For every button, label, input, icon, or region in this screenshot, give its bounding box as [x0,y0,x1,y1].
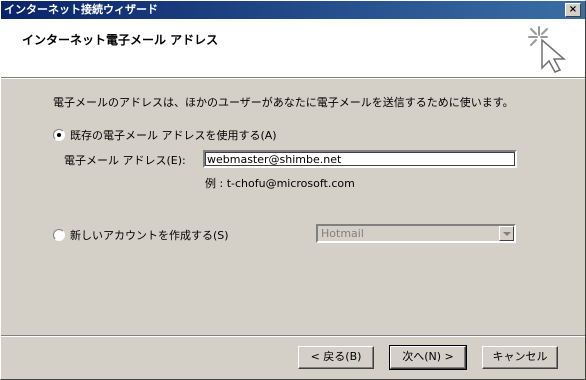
page-title: インターネット電子メール アドレス [22,33,219,47]
header-divider [1,77,585,79]
provider-select-value: Hotmail [321,227,364,240]
window-title: インターネット接続ウィザード [4,3,158,16]
wizard-header: インターネット電子メール アドレス [1,19,585,77]
create-new-radio[interactable]: 新しいアカウントを作成する(S) [53,227,229,243]
cancel-button[interactable]: キャンセル [482,346,558,369]
email-field[interactable] [203,150,517,168]
close-icon: × [568,4,578,15]
provider-select[interactable]: Hotmail [316,224,516,243]
create-new-label: 新しいアカウントを作成する(S) [70,229,229,242]
chevron-down-icon[interactable] [499,226,514,241]
back-button[interactable]: < 戻る(B) [298,346,374,369]
wizard-window: インターネット接続ウィザード × インターネット電子メール アドレス 電子メール… [0,0,586,380]
close-button[interactable]: × [565,3,581,17]
footer-divider [1,335,585,337]
email-field-label: 電子メール アドレス(E): [64,154,186,167]
radio-unchecked-icon[interactable] [53,229,65,241]
use-existing-label: 既存の電子メール アドレスを使用する(A) [70,129,277,142]
radio-checked-icon[interactable] [53,129,65,141]
wizard-sparkle-cursor-icon [528,26,567,73]
title-bar[interactable]: インターネット接続ウィザード × [1,1,585,19]
next-button[interactable]: 次へ(N) > [389,345,467,370]
description-text: 電子メールのアドレスは、ほかのユーザーがあなたに電子メールを送信するために使いま… [53,96,514,109]
email-example-text: 例 : t-chofu@microsoft.com [205,177,355,190]
use-existing-radio[interactable]: 既存の電子メール アドレスを使用する(A) [53,127,277,143]
